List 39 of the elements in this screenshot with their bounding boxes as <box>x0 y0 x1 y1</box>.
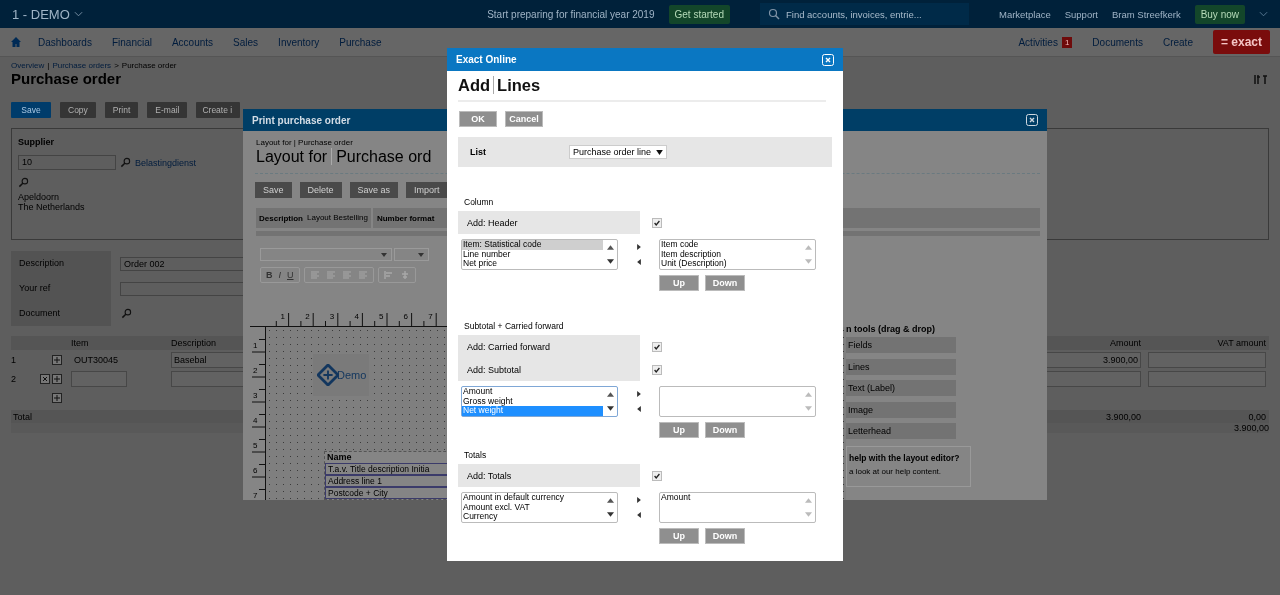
grand-total: 3.900,00 <box>1233 423 1269 433</box>
left-ruler: 1 2 3 4 5 6 7 <box>250 327 266 500</box>
breadcrumb-separator: > <box>114 61 119 70</box>
total-label: Total <box>12 411 32 422</box>
field-label: Document <box>11 301 111 326</box>
option-label: Add: Subtotal <box>467 364 522 375</box>
line-number: 2 <box>11 373 16 384</box>
tools-heading: n tools (drag & drop) <box>846 324 935 334</box>
list-label: List <box>469 147 487 157</box>
dialog-title: Exact Online <box>456 54 517 65</box>
column-header: VAT amount <box>1217 338 1266 348</box>
promo-text: Start preparing for financial year 2019 <box>487 8 655 20</box>
option-label: Add: Header <box>467 217 518 228</box>
section-title: Totals <box>463 450 487 460</box>
supplier-label: Supplier <box>18 137 54 147</box>
breadcrumb-current: Purchase order <box>121 61 177 70</box>
setting-label: Number format <box>376 213 435 223</box>
setting-label: Description <box>259 213 303 223</box>
breadcrumb-separator: | <box>47 61 50 70</box>
field-label: Your ref <box>11 276 111 301</box>
help-text: a look at our help content. <box>849 467 942 476</box>
logo-text: Demo <box>337 369 367 381</box>
address-line: The Netherlands <box>18 202 85 212</box>
option-label: Add: Carried forward <box>467 341 551 352</box>
field-label: Description <box>11 251 111 276</box>
help-title: help with the layout editor? <box>849 453 960 463</box>
column-header: Amount <box>1109 338 1141 348</box>
column-header: Description <box>171 338 217 348</box>
activity-count: 1 <box>1061 36 1073 48</box>
column-header: Item <box>71 338 89 348</box>
section-title: Column <box>463 197 494 207</box>
total-amount: 3.900,00 <box>1105 411 1141 422</box>
dialog-heading: Add Lines <box>458 76 826 102</box>
address-line: Apeldoorn <box>18 192 60 202</box>
page-title: Purchase order <box>11 70 122 87</box>
line-number: 1 <box>11 354 16 365</box>
total-vat: 0,00 <box>1248 411 1266 422</box>
breadcrumb: Layout for | Purchase order <box>256 138 353 147</box>
dialog-title: Print purchase order <box>252 114 351 126</box>
